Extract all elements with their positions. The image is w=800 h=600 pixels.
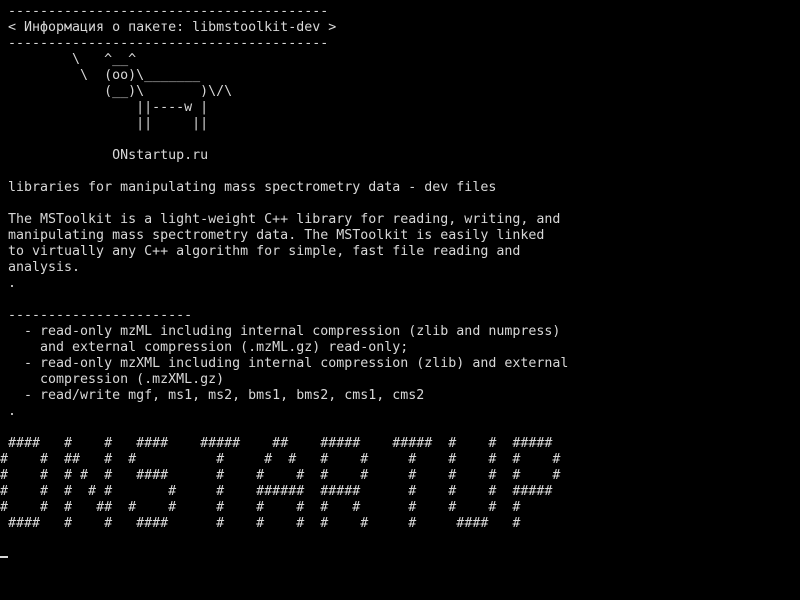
- header-top-border: ----------------------------------------: [8, 4, 329, 19]
- terminal-screen[interactable]: ----------------------------------------…: [0, 0, 800, 600]
- feature-line: - read-only mzML including internal comp…: [8, 324, 561, 339]
- text-cursor: [0, 556, 8, 558]
- banner-art-line: #### # # #### # # # # # # #### #: [0, 516, 521, 531]
- site-label: ONstartup.ru: [8, 148, 209, 163]
- feature-line: compression (.mzXML.gz): [8, 372, 225, 387]
- header-title: < Информация о пакете: libmstoolkit-dev …: [8, 20, 337, 35]
- feature-line: - read/write mgf, ms1, ms2, bms1, bms2, …: [8, 388, 425, 403]
- description-line: .: [8, 276, 17, 291]
- banner-art-line: # # # # # # # ###### ##### # # # #####: [0, 484, 553, 499]
- cow-art-line: || ||: [8, 116, 209, 131]
- description-line: manipulating mass spectrometry data. The…: [8, 228, 545, 243]
- banner-art-line: # # # # # #### # # # # # # # # # #: [0, 468, 561, 483]
- cow-art-line: \ ^__^: [8, 52, 137, 67]
- separator-line: -----------------------: [8, 308, 193, 323]
- description-line: to virtually any C++ algorithm for simpl…: [8, 244, 521, 259]
- header-bottom-border: ----------------------------------------: [8, 36, 329, 51]
- cow-art-line: \ (oo)\_______: [8, 68, 201, 83]
- package-summary: libraries for manipulating mass spectrom…: [8, 180, 497, 195]
- feature-line: .: [8, 404, 17, 419]
- banner-art-line: # # # ## # # # # # # # # # # #: [0, 500, 521, 515]
- description-line: analysis.: [8, 260, 81, 275]
- cow-art-line: (__)\ )\/\: [8, 84, 233, 99]
- description-line: The MSToolkit is a light-weight C++ libr…: [8, 212, 561, 227]
- banner-art-line: #### # # #### ##### ## ##### ##### # # #…: [0, 436, 553, 451]
- cow-art-line: ||----w |: [8, 100, 209, 115]
- feature-line: and external compression (.mzML.gz) read…: [8, 340, 409, 355]
- feature-line: - read-only mzXML including internal com…: [8, 356, 569, 371]
- banner-art-line: # # ## # # # # # # # # # # # #: [0, 452, 561, 467]
